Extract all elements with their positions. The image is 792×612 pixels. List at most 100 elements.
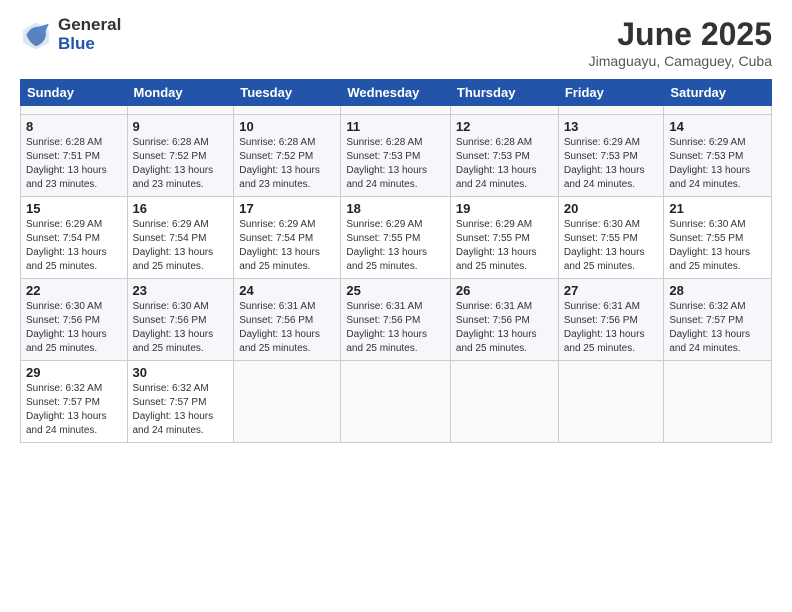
day-cell-15: 15 Sunrise: 6:29 AM Sunset: 7:54 PM Dayli… xyxy=(21,197,128,279)
calendar-title: June 2025 xyxy=(589,16,772,53)
title-block: June 2025 Jimaguayu, Camaguey, Cuba xyxy=(589,16,772,69)
day-number: 11 xyxy=(346,119,445,134)
calendar-table: SundayMondayTuesdayWednesdayThursdayFrid… xyxy=(20,79,772,443)
day-info: Sunrise: 6:29 AM Sunset: 7:53 PM Dayligh… xyxy=(564,136,659,192)
day-cell-30: 30 Sunrise: 6:32 AM Sunset: 7:57 PM Dayli… xyxy=(127,361,234,443)
week-row-4: 22 Sunrise: 6:30 AM Sunset: 7:56 PM Dayli… xyxy=(21,279,772,361)
week-row-5: 29 Sunrise: 6:32 AM Sunset: 7:57 PM Dayli… xyxy=(21,361,772,443)
day-info: Sunrise: 6:30 AM Sunset: 7:55 PM Dayligh… xyxy=(564,218,659,274)
logo-icon xyxy=(20,19,52,51)
day-cell-10: 10 Sunrise: 6:28 AM Sunset: 7:52 PM Dayli… xyxy=(234,115,341,197)
day-number: 16 xyxy=(133,201,229,216)
day-cell-12: 12 Sunrise: 6:28 AM Sunset: 7:53 PM Dayli… xyxy=(450,115,558,197)
empty-cell xyxy=(450,361,558,443)
day-number: 26 xyxy=(456,283,553,298)
day-cell-17: 17 Sunrise: 6:29 AM Sunset: 7:54 PM Dayli… xyxy=(234,197,341,279)
empty-cell xyxy=(450,106,558,115)
page: General Blue June 2025 Jimaguayu, Camagu… xyxy=(0,0,792,612)
day-info: Sunrise: 6:30 AM Sunset: 7:56 PM Dayligh… xyxy=(133,300,229,356)
day-info: Sunrise: 6:28 AM Sunset: 7:51 PM Dayligh… xyxy=(26,136,122,192)
empty-cell xyxy=(234,361,341,443)
day-info: Sunrise: 6:28 AM Sunset: 7:53 PM Dayligh… xyxy=(346,136,445,192)
day-info: Sunrise: 6:29 AM Sunset: 7:55 PM Dayligh… xyxy=(346,218,445,274)
day-number: 13 xyxy=(564,119,659,134)
day-number: 12 xyxy=(456,119,553,134)
day-number: 21 xyxy=(669,201,766,216)
logo-general: General xyxy=(58,16,121,35)
day-number: 14 xyxy=(669,119,766,134)
day-cell-22: 22 Sunrise: 6:30 AM Sunset: 7:56 PM Dayli… xyxy=(21,279,128,361)
day-cell-11: 11 Sunrise: 6:28 AM Sunset: 7:53 PM Dayli… xyxy=(341,115,451,197)
day-cell-16: 16 Sunrise: 6:29 AM Sunset: 7:54 PM Dayli… xyxy=(127,197,234,279)
day-cell-26: 26 Sunrise: 6:31 AM Sunset: 7:56 PM Dayli… xyxy=(450,279,558,361)
day-number: 23 xyxy=(133,283,229,298)
header-cell-tuesday: Tuesday xyxy=(234,80,341,106)
day-info: Sunrise: 6:31 AM Sunset: 7:56 PM Dayligh… xyxy=(456,300,553,356)
header: General Blue June 2025 Jimaguayu, Camagu… xyxy=(20,16,772,69)
day-info: Sunrise: 6:32 AM Sunset: 7:57 PM Dayligh… xyxy=(133,382,229,438)
day-number: 25 xyxy=(346,283,445,298)
day-cell-28: 28 Sunrise: 6:32 AM Sunset: 7:57 PM Dayli… xyxy=(664,279,772,361)
day-info: Sunrise: 6:29 AM Sunset: 7:55 PM Dayligh… xyxy=(456,218,553,274)
header-row: SundayMondayTuesdayWednesdayThursdayFrid… xyxy=(21,80,772,106)
day-number: 28 xyxy=(669,283,766,298)
day-number: 9 xyxy=(133,119,229,134)
day-number: 10 xyxy=(239,119,335,134)
day-number: 18 xyxy=(346,201,445,216)
day-cell-14: 14 Sunrise: 6:29 AM Sunset: 7:53 PM Dayli… xyxy=(664,115,772,197)
day-cell-25: 25Sunrise: 6:31 AM Sunset: 7:56 PM Dayli… xyxy=(341,279,451,361)
day-number: 15 xyxy=(26,201,122,216)
day-cell-9: 9 Sunrise: 6:28 AM Sunset: 7:52 PM Daylig… xyxy=(127,115,234,197)
day-number: 27 xyxy=(564,283,659,298)
day-cell-27: 27Sunrise: 6:31 AM Sunset: 7:56 PM Dayli… xyxy=(558,279,664,361)
day-info: Sunrise: 6:30 AM Sunset: 7:56 PM Dayligh… xyxy=(26,300,122,356)
day-info: Sunrise: 6:31 AM Sunset: 7:56 PM Dayligh… xyxy=(239,300,335,356)
empty-cell xyxy=(664,106,772,115)
day-info: Sunrise: 6:28 AM Sunset: 7:53 PM Dayligh… xyxy=(456,136,553,192)
week-row-2: 8 Sunrise: 6:28 AM Sunset: 7:51 PM Daylig… xyxy=(21,115,772,197)
logo-text: General Blue xyxy=(58,16,121,53)
header-cell-wednesday: Wednesday xyxy=(341,80,451,106)
day-info: Sunrise: 6:30 AM Sunset: 7:55 PM Dayligh… xyxy=(669,218,766,274)
day-info: Sunrise: 6:29 AM Sunset: 7:53 PM Dayligh… xyxy=(669,136,766,192)
day-info: Sunrise: 6:32 AM Sunset: 7:57 PM Dayligh… xyxy=(669,300,766,356)
empty-cell xyxy=(234,106,341,115)
day-cell-29: 29 Sunrise: 6:32 AM Sunset: 7:57 PM Dayli… xyxy=(21,361,128,443)
day-info: Sunrise: 6:29 AM Sunset: 7:54 PM Dayligh… xyxy=(239,218,335,274)
day-cell-20: 20 Sunrise: 6:30 AM Sunset: 7:55 PM Dayli… xyxy=(558,197,664,279)
empty-cell xyxy=(21,106,128,115)
empty-cell xyxy=(558,106,664,115)
week-row-1 xyxy=(21,106,772,115)
day-number: 20 xyxy=(564,201,659,216)
day-cell-18: 18 Sunrise: 6:29 AM Sunset: 7:55 PM Dayli… xyxy=(341,197,451,279)
day-number: 29 xyxy=(26,365,122,380)
day-info: Sunrise: 6:28 AM Sunset: 7:52 PM Dayligh… xyxy=(239,136,335,192)
week-row-3: 15 Sunrise: 6:29 AM Sunset: 7:54 PM Dayli… xyxy=(21,197,772,279)
logo-blue: Blue xyxy=(58,35,121,54)
header-cell-thursday: Thursday xyxy=(450,80,558,106)
day-info: Sunrise: 6:28 AM Sunset: 7:52 PM Dayligh… xyxy=(133,136,229,192)
day-number: 30 xyxy=(133,365,229,380)
day-cell-23: 23 Sunrise: 6:30 AM Sunset: 7:56 PM Dayli… xyxy=(127,279,234,361)
day-info: Sunrise: 6:32 AM Sunset: 7:57 PM Dayligh… xyxy=(26,382,122,438)
day-number: 17 xyxy=(239,201,335,216)
day-cell-13: 13 Sunrise: 6:29 AM Sunset: 7:53 PM Dayli… xyxy=(558,115,664,197)
day-number: 8 xyxy=(26,119,122,134)
day-cell-24: 24 Sunrise: 6:31 AM Sunset: 7:56 PM Dayli… xyxy=(234,279,341,361)
header-cell-saturday: Saturday xyxy=(664,80,772,106)
calendar-subtitle: Jimaguayu, Camaguey, Cuba xyxy=(589,53,772,69)
header-cell-friday: Friday xyxy=(558,80,664,106)
day-cell-8: 8 Sunrise: 6:28 AM Sunset: 7:51 PM Daylig… xyxy=(21,115,128,197)
day-info: Sunrise: 6:29 AM Sunset: 7:54 PM Dayligh… xyxy=(26,218,122,274)
day-cell-21: 21 Sunrise: 6:30 AM Sunset: 7:55 PM Dayli… xyxy=(664,197,772,279)
logo: General Blue xyxy=(20,16,121,53)
day-cell-19: 19Sunrise: 6:29 AM Sunset: 7:55 PM Dayli… xyxy=(450,197,558,279)
empty-cell xyxy=(341,106,451,115)
empty-cell xyxy=(127,106,234,115)
day-number: 22 xyxy=(26,283,122,298)
header-cell-monday: Monday xyxy=(127,80,234,106)
day-number: 24 xyxy=(239,283,335,298)
empty-cell xyxy=(341,361,451,443)
day-info: Sunrise: 6:29 AM Sunset: 7:54 PM Dayligh… xyxy=(133,218,229,274)
empty-cell xyxy=(664,361,772,443)
